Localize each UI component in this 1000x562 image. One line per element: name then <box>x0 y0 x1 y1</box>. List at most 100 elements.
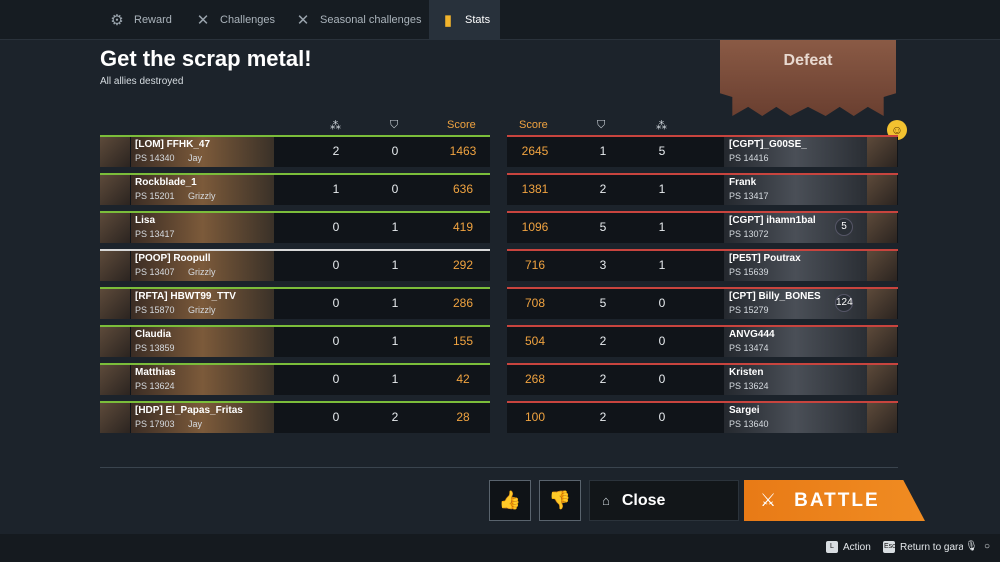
kills-header-icon: ⁂ <box>656 120 667 132</box>
avatar <box>100 365 130 395</box>
enemy-row[interactable]: 716 3 1 [PE5T] Poutrax PS 15639 <box>507 249 898 281</box>
close-label: Close <box>621 491 666 509</box>
enemy-row[interactable]: 268 2 0 Kristen PS 13624 <box>507 363 898 395</box>
enemy-row[interactable]: 2645 1 5 [CGPT]_G00SE_ PS 14416 <box>507 135 898 167</box>
ally-row[interactable]: Claudia PS 13859 0 1 155 <box>100 325 490 357</box>
action-hint[interactable]: L Action <box>826 541 871 553</box>
tab-label: Reward <box>134 14 172 26</box>
ally-row[interactable]: [RFTA] HBWT99_TTV PS 15870 Grizzly 0 1 286 <box>100 287 490 319</box>
crossed-swords-icon: ✕ <box>196 12 210 29</box>
avatar <box>867 289 897 319</box>
ally-row[interactable]: [HDP] El_Papas_Fritas PS 17903 Jay 0 2 28 <box>100 401 490 433</box>
player-power-score: PS 15870 <box>135 305 175 315</box>
tab-reward[interactable]: ⚙ Reward <box>98 0 182 40</box>
kills-value: 0 <box>658 410 666 424</box>
player-power-score: PS 17903 <box>135 419 175 429</box>
player-name: [CPT] Billy_BONES <box>729 291 821 302</box>
enemy-row[interactable]: 100 2 0 Sargei PS 13640 <box>507 401 898 433</box>
battle-label: BATTLE <box>794 489 880 511</box>
score-value: 1096 <box>521 220 549 234</box>
score-value: 419 <box>452 220 474 234</box>
player-clan: Grizzly <box>188 191 216 201</box>
enemy-row[interactable]: 1096 5 1 [CGPT] ihamn1bal PS 13072 5 <box>507 211 898 243</box>
action-hint-label: Action <box>843 541 871 553</box>
page-subtitle: All allies destroyed <box>100 76 184 87</box>
assists-value: 2 <box>599 372 607 386</box>
mouse-icon: L <box>826 541 838 553</box>
assists-value: 1 <box>391 220 399 234</box>
player-name: Frank <box>729 177 757 188</box>
player-power-score: PS 13859 <box>135 343 175 353</box>
kills-value: 1 <box>332 182 340 196</box>
player-name: [POOP] Roopull <box>135 253 211 264</box>
page-title: Get the scrap metal! <box>100 46 312 71</box>
kills-value: 2 <box>332 144 340 158</box>
assists-value: 5 <box>599 220 607 234</box>
player-name: Matthias <box>135 367 176 378</box>
battle-button[interactable]: ⚔ BATTLE <box>744 480 925 521</box>
enemy-row[interactable]: 708 5 0 [CPT] Billy_BONES PS 15279 124 <box>507 287 898 319</box>
player-power-score: PS 13417 <box>729 191 769 201</box>
kills-value: 0 <box>658 372 666 386</box>
return-hint[interactable]: Esc Return to garage <box>883 541 963 553</box>
player-clan: Grizzly <box>188 267 216 277</box>
tab-challenges[interactable]: ✕ Challenges <box>184 0 285 40</box>
crossed-swords-icon: ✕ <box>296 12 310 29</box>
stats-book-icon: ▮ <box>443 12 453 29</box>
dislike-button[interactable]: 👎 <box>539 480 581 521</box>
avatar <box>100 175 130 205</box>
player-name: Claudia <box>135 329 172 340</box>
divider <box>100 467 898 468</box>
score-value: 28 <box>456 410 470 424</box>
ally-row[interactable]: [LOM] FFHK_47 PS 14340 Jay 2 0 1463 <box>100 135 490 167</box>
kills-value: 0 <box>332 372 340 386</box>
like-button[interactable]: 👍 <box>489 480 531 521</box>
kills-value: 0 <box>332 296 340 310</box>
assists-value: 2 <box>599 182 607 196</box>
enemy-row[interactable]: 1381 2 1 Frank PS 13417 <box>507 173 898 205</box>
avatar <box>867 137 897 167</box>
return-hint-label: Return to garage <box>900 541 963 553</box>
kills-value: 0 <box>332 334 340 348</box>
player-power-score: PS 14416 <box>729 153 769 163</box>
player-name: Lisa <box>135 215 156 226</box>
score-value: 155 <box>452 334 474 348</box>
avatar <box>867 403 897 433</box>
player-power-score: PS 15201 <box>135 191 175 201</box>
microphone-icon[interactable]: 🎙 <box>965 541 978 552</box>
assists-value: 0 <box>391 144 399 158</box>
ally-row[interactable]: Rockblade_1 PS 15201 Grizzly 1 0 636 <box>100 173 490 205</box>
player-power-score: PS 14340 <box>135 153 175 163</box>
player-power-score: PS 13624 <box>729 381 769 391</box>
enemy-row[interactable]: 504 2 0 ANVG444 PS 13474 <box>507 325 898 357</box>
level-badge: 5 <box>835 218 853 236</box>
assists-value: 1 <box>391 372 399 386</box>
player-clan: Grizzly <box>188 305 216 315</box>
assists-value: 5 <box>599 296 607 310</box>
kills-value: 0 <box>332 258 340 272</box>
score-value: 42 <box>456 372 470 386</box>
avatar <box>867 251 897 281</box>
player-power-score: PS 13407 <box>135 267 175 277</box>
assists-value: 1 <box>391 334 399 348</box>
ally-row[interactable]: Lisa PS 13417 0 1 419 <box>100 211 490 243</box>
player-power-score: PS 13072 <box>729 229 769 239</box>
avatar <box>100 213 130 243</box>
player-power-score: PS 13417 <box>135 229 175 239</box>
score-value: 708 <box>524 296 546 310</box>
kills-value: 0 <box>658 296 666 310</box>
level-badge: 124 <box>835 294 853 312</box>
player-name: [CGPT]_G00SE_ <box>729 139 807 150</box>
tab-stats[interactable]: ▮ Stats <box>429 0 501 40</box>
ally-row[interactable]: Matthias PS 13624 0 1 42 <box>100 363 490 395</box>
close-button[interactable]: ⌂ Close <box>589 480 739 521</box>
score-value: 636 <box>452 182 474 196</box>
ally-row[interactable]: [POOP] Roopull PS 13407 Grizzly 0 1 292 <box>100 249 490 281</box>
thumbs-up-icon: 👍 <box>498 490 522 510</box>
kills-value: 1 <box>658 220 666 234</box>
player-power-score: PS 13624 <box>135 381 175 391</box>
score-value: 268 <box>524 372 546 386</box>
score-value: 716 <box>524 258 546 272</box>
player-name: [CGPT] ihamn1bal <box>729 215 816 226</box>
tab-seasonal-challenges[interactable]: ✕ Seasonal challenges <box>284 0 432 40</box>
